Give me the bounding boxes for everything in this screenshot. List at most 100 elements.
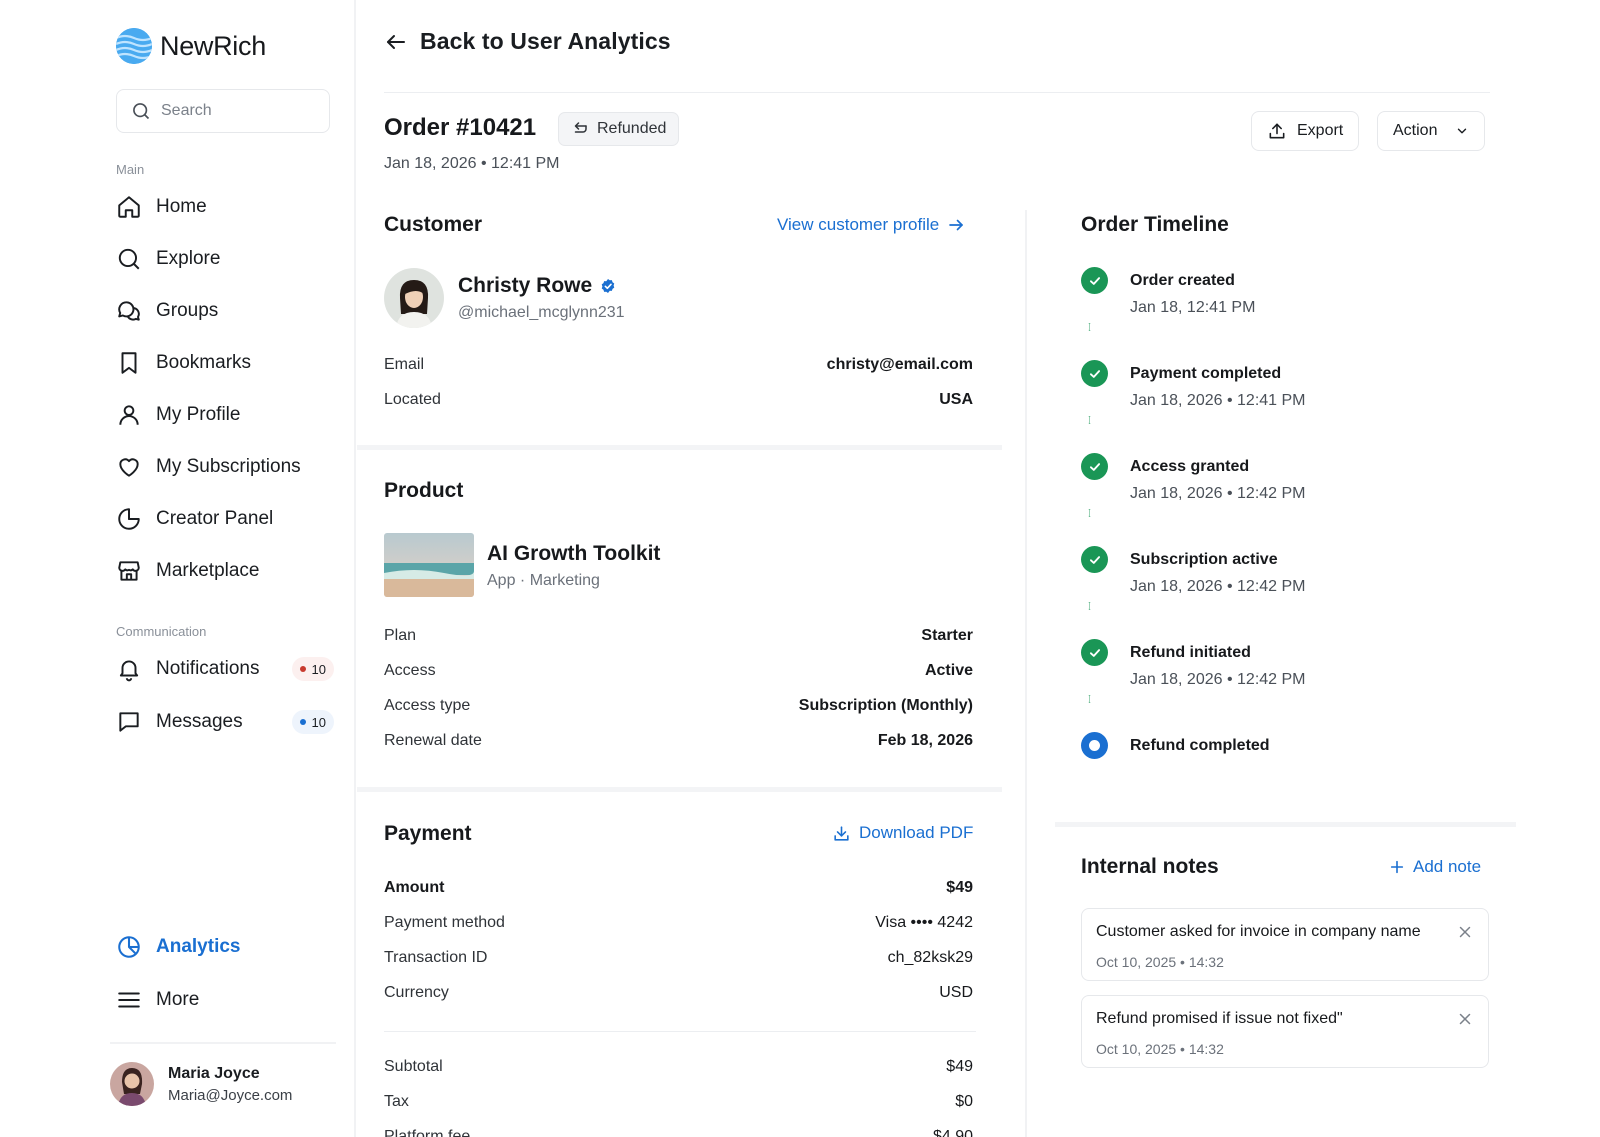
brand-logo[interactable]: NewRich [116,28,266,64]
access-type-value: Subscription (Monthly) [798,697,973,714]
timeline-step-title: Payment completed [1130,365,1282,382]
sidebar-item-label: More [156,989,200,1010]
sidebar-item-home[interactable]: Home [116,189,336,225]
check-circle-icon [1081,360,1108,387]
amount-value: $49 [946,879,973,896]
field-label: Amount [384,879,445,896]
sidebar-item-more[interactable]: More [116,982,336,1018]
sidebar-item-label: My Profile [156,404,241,425]
field-label: Plan [384,627,417,644]
sidebar-item-my-profile[interactable]: My Profile [116,397,336,433]
export-label: Export [1297,122,1344,139]
timeline-step-time: Jan 18, 2026 • 12:41 PM [1130,392,1306,409]
note-text: Refund promised if issue not fixed" [1096,1010,1343,1027]
section-divider [1055,822,1516,827]
chat-bubbles-icon [116,298,142,324]
sidebar-item-label: My Subscriptions [156,456,301,477]
sidebar-item-creator-panel[interactable]: Creator Panel [116,501,336,537]
download-icon [834,825,849,841]
customer-name: Christy Rowe [458,274,616,298]
sidebar-item-marketplace[interactable]: Marketplace [116,553,336,589]
chevron-down-icon [1458,128,1467,134]
user-name: Maria Joyce [168,1064,260,1082]
product-thumbnail [384,533,474,597]
status-badge: Refunded [558,112,680,146]
note-time: Oct 10, 2025 • 14:32 [1096,1041,1224,1057]
heart-icon [116,454,142,480]
close-icon[interactable] [1456,923,1474,941]
badge-dot [299,719,306,725]
arrow-right-icon [949,219,964,231]
sidebar-item-label: Bookmarks [156,352,252,373]
field-label: Subtotal [384,1058,443,1075]
customer-location-value: USA [939,391,973,408]
header-divider [384,92,1490,93]
menu-icon [116,987,142,1013]
product-heading: Product [384,479,464,502]
subtotal-value: $49 [946,1058,973,1075]
totals-divider [384,1031,976,1032]
current-step-dot [1089,740,1100,751]
field-label: Platform fee [384,1128,471,1137]
timeline-step-title: Subscription active [1130,551,1278,568]
note-card[interactable]: Refund promised if issue not fixed" Oct … [1081,995,1489,1068]
upload-icon [1269,123,1285,139]
timeline-connector-icon [1088,508,1091,518]
export-button[interactable]: Export [1251,111,1360,151]
user-icon [116,402,142,428]
platform-fee-value: $4.90 [932,1128,973,1137]
verified-badge-icon [601,279,615,293]
field-label: Renewal date [384,732,482,749]
check-circle-icon [1081,546,1108,573]
plus-icon [1390,860,1404,874]
order-title: Order #10421 [384,114,537,141]
column-divider [1025,210,1027,1137]
back-link-label: Back to User Analytics [420,28,671,54]
sidebar-item-bookmarks[interactable]: Bookmarks [116,345,336,381]
action-dropdown[interactable]: Action [1377,111,1486,151]
sidebar-item-my-subscriptions[interactable]: My Subscriptions [116,449,336,485]
action-label: Action [1393,122,1438,139]
product-name: AI Growth Toolkit [487,542,661,565]
sidebar-search[interactable] [116,89,330,133]
download-pdf-link[interactable]: Download PDF [832,823,973,843]
search-input[interactable] [161,102,311,120]
note-time: Oct 10, 2025 • 14:32 [1096,954,1224,970]
tax-value: $0 [955,1093,973,1110]
check-circle-icon [1081,453,1108,480]
current-step-icon [1081,732,1108,759]
renewal-date-value: Feb 18, 2026 [877,732,973,749]
field-label: Transaction ID [384,949,488,966]
user-info: Maria Joyce Maria@Joyce.com [168,1065,292,1104]
sidebar-item-label: Analytics [156,936,241,957]
sidebar-item-messages[interactable]: Messages 10 [116,704,336,740]
customer-heading: Customer [384,213,483,236]
add-note-button[interactable]: Add note [1389,857,1481,877]
current-user-card[interactable]: Maria Joyce Maria@Joyce.com [110,1042,336,1106]
note-card[interactable]: Customer asked for invoice in company na… [1081,908,1489,981]
sidebar-item-notifications[interactable]: Notifications 10 [116,651,336,687]
sidebar-item-label: Marketplace [156,560,260,581]
notes-heading: Internal notes [1081,855,1219,878]
badge-dot [299,666,306,672]
store-icon [116,558,142,584]
field-label: Located [384,391,441,408]
close-icon[interactable] [1456,1010,1474,1028]
sidebar-item-groups[interactable]: Groups [116,293,336,329]
timeline-step-title: Order created [1130,272,1235,289]
timeline-step-time: Jan 18, 12:41 PM [1130,299,1256,316]
back-link[interactable]: Back to User Analytics [384,28,671,55]
sidebar-item-analytics[interactable]: Analytics [116,929,336,965]
sidebar-item-explore[interactable]: Explore [116,241,336,277]
view-customer-profile-link[interactable]: View customer profile [777,215,965,235]
payment-heading: Payment [384,822,472,845]
field-label: Access type [384,697,471,714]
section-divider [357,787,1002,792]
field-label: Access [384,662,436,679]
field-label: Email [384,356,425,373]
messages-count-badge: 10 [291,710,334,734]
order-date: Jan 18, 2026 • 12:41 PM [384,155,560,172]
message-icon [116,709,142,735]
timeline-step-time: Jan 18, 2026 • 12:42 PM [1130,578,1306,595]
badge-count: 10 [311,714,326,730]
